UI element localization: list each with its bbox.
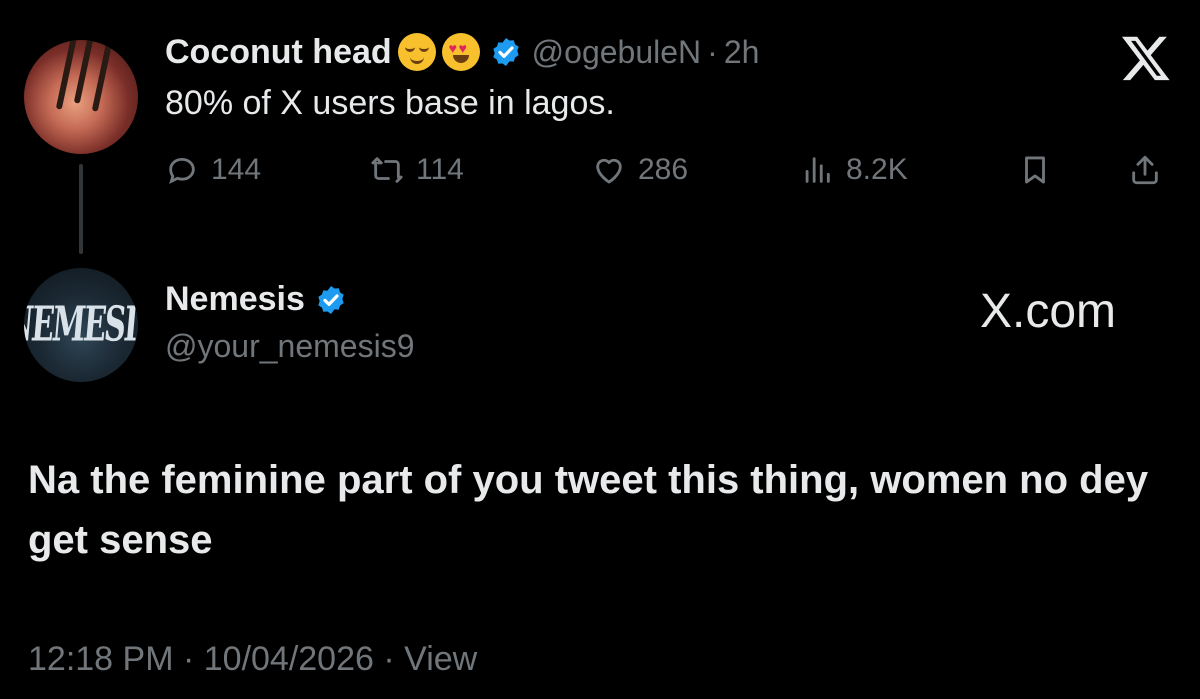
bookmark-icon	[1025, 156, 1045, 184]
parent-display-name[interactable]: Coconut head	[165, 33, 392, 72]
share-action[interactable]	[1128, 148, 1162, 192]
reply-avatar[interactable]: NEMESIS	[24, 268, 138, 382]
separator-dot: ·	[707, 33, 718, 70]
reply-count: 144	[211, 153, 262, 186]
views-icon	[805, 157, 830, 183]
reply-action[interactable]: 144	[165, 148, 261, 192]
parent-time[interactable]: 2h	[724, 34, 760, 71]
repost-count: 114	[416, 153, 464, 186]
repost-icon	[371, 157, 403, 183]
like-action[interactable]: 286	[592, 148, 688, 192]
views-action[interactable]: 8.2K	[800, 148, 908, 192]
views-count: 8.2K	[846, 153, 908, 186]
repost-action[interactable]: 114	[370, 148, 464, 192]
x-logo-icon[interactable]	[1120, 32, 1172, 84]
share-icon	[1132, 155, 1158, 185]
heart-eyes-emoji: ♥ ♥	[441, 33, 480, 71]
x-com-brand: X.com	[980, 285, 1117, 338]
verified-badge-icon	[493, 38, 519, 66]
parent-tweet-text: 80% of X users base in lagos.	[165, 84, 615, 122]
reply-header: Nemesis	[165, 280, 347, 319]
tweet-timestamp-footer[interactable]: 12:18 PM · 10/04/2026 · View	[28, 640, 477, 679]
verified-badge-icon	[318, 285, 344, 314]
reply-handle[interactable]: @your_nemesis9	[165, 328, 414, 365]
avatar-logo-text: NEMESIS	[24, 297, 138, 353]
like-icon	[596, 158, 622, 184]
reply-tweet-text: Na the feminine part of you tweet this t…	[28, 458, 1149, 562]
parent-header: Coconut head ♥ ♥ @ogebuleN · 2h	[165, 30, 759, 74]
relieved-face-emoji	[397, 33, 436, 71]
parent-handle[interactable]: @ogebuleN	[532, 34, 701, 71]
thread-line	[79, 164, 83, 254]
bookmark-action[interactable]	[1018, 148, 1052, 192]
like-count: 286	[638, 153, 689, 186]
reply-display-name[interactable]: Nemesis	[165, 280, 305, 319]
parent-avatar[interactable]	[24, 40, 138, 154]
reply-icon	[169, 157, 195, 185]
